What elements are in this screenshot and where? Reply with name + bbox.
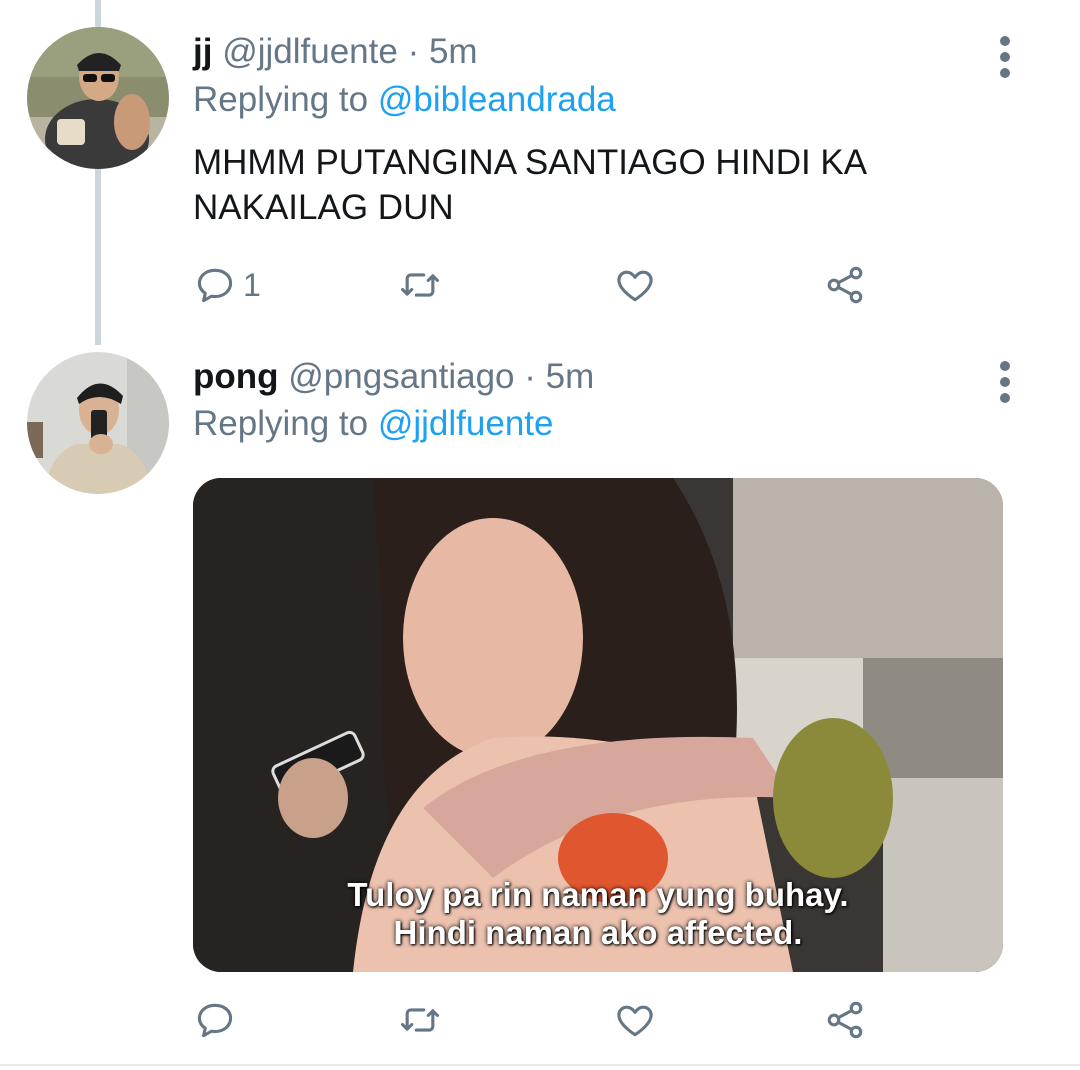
like-button[interactable] xyxy=(613,995,657,1045)
more-options-icon[interactable] xyxy=(990,358,1020,403)
retweet-icon xyxy=(401,273,439,297)
replying-to: Replying to @bibleandrada xyxy=(193,80,616,120)
share-button[interactable] xyxy=(823,995,867,1045)
reply-count: 1 xyxy=(243,266,261,303)
reply-icon xyxy=(197,268,233,303)
tweet-header: jj @jjdlfuente · 5m xyxy=(193,32,478,72)
mention-link[interactable]: @bibleandrada xyxy=(378,80,616,119)
media-caption-line-2: Hindi naman ako affected. xyxy=(393,914,803,951)
timestamp[interactable]: 5m xyxy=(429,32,478,71)
display-name[interactable]: jj xyxy=(193,32,212,71)
display-name[interactable]: pong xyxy=(193,357,279,396)
mention-link[interactable]: @jjdlfuente xyxy=(378,404,554,443)
user-handle[interactable]: @jjdlfuente xyxy=(222,32,398,71)
share-button[interactable] xyxy=(823,260,867,310)
reply-button[interactable] xyxy=(193,995,237,1045)
replying-to-label: Replying to xyxy=(193,404,369,443)
tweet-text: MHMM PUTANGINA SANTIAGO HINDI KA NAKAILA… xyxy=(193,143,866,227)
tweet-actions: 1 xyxy=(193,260,883,310)
user-handle[interactable]: @pngsantiago xyxy=(288,357,514,396)
tweet-actions xyxy=(193,995,883,1045)
tweet-header: pong @pngsantiago · 5m xyxy=(193,357,594,397)
avatar[interactable] xyxy=(27,27,169,169)
like-button[interactable] xyxy=(613,260,657,310)
reply-button[interactable]: 1 xyxy=(193,260,261,310)
like-icon xyxy=(617,1005,653,1037)
tweet-media-image[interactable]: Tuloy pa rin naman yung buhay. Hindi nam… xyxy=(193,478,1003,972)
media-caption-line-1: Tuloy pa rin naman yung buhay. xyxy=(347,876,849,913)
retweet-button[interactable] xyxy=(398,995,442,1045)
retweet-button[interactable] xyxy=(398,260,442,310)
separator-dot: · xyxy=(407,32,420,71)
reply-icon xyxy=(197,1003,233,1038)
replying-to: Replying to @jjdlfuente xyxy=(193,404,553,444)
avatar[interactable] xyxy=(27,352,169,494)
retweet-icon xyxy=(401,1008,439,1032)
more-options-icon[interactable] xyxy=(990,33,1020,78)
share-icon xyxy=(827,266,863,304)
separator-dot: · xyxy=(524,357,536,396)
replying-to-label: Replying to xyxy=(193,80,369,119)
share-icon xyxy=(827,1001,863,1039)
like-icon xyxy=(617,270,653,302)
timestamp[interactable]: 5m xyxy=(546,357,595,396)
divider xyxy=(0,1064,1080,1066)
